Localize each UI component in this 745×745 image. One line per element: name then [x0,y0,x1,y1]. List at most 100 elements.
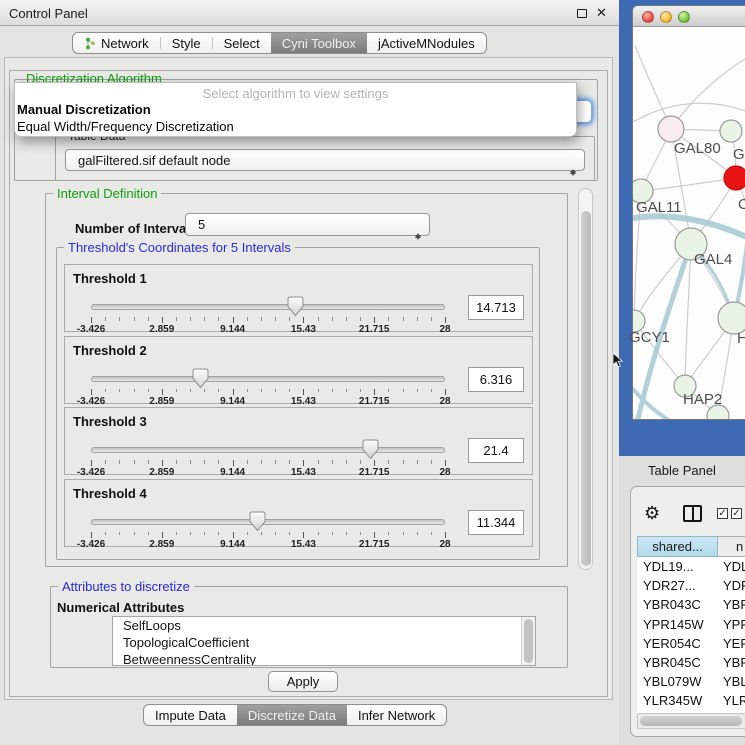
table-row[interactable]: YER054CYER0 [637,634,745,653]
gear-icon[interactable]: ⚙ [644,504,660,522]
tab-label: Select [224,36,260,51]
scrollbar-thumb[interactable] [581,211,591,566]
threshold-value-field[interactable]: 14.713 [468,295,524,320]
interval-definition-title: Interval Definition [53,186,161,201]
table-body[interactable]: YDL19...YDL1YDR27...YDR2YBR043CYBR0YPR14… [637,557,745,715]
attribute-list-item[interactable]: BetweennessCentrality [113,651,535,666]
attributes-group-title: Attributes to discretize [58,579,194,594]
table-row[interactable]: YDL19...YDL1 [637,557,745,576]
bottom-tab-infer-network[interactable]: Infer Network [347,705,446,725]
tick-mark [134,389,135,393]
bottom-tab-impute-data[interactable]: Impute Data [144,705,237,725]
slider-thumb[interactable] [192,368,209,389]
table-row[interactable]: YBL079WYBL0 [637,672,745,691]
top-tab-jactivemnodules[interactable]: jActiveMNodules [367,33,486,53]
scrollbar-thumb[interactable] [524,619,533,663]
close-traffic-light-icon[interactable] [642,11,654,23]
network-canvas[interactable] [633,27,745,420]
tick-mark [289,532,290,536]
tick-label: -3.426 [77,539,105,550]
tick-mark [360,532,361,536]
table-data-combo[interactable]: galFiltered.sif default node [65,149,585,171]
zoom-traffic-light-icon[interactable] [678,11,690,23]
node-label-gcy1[interactable]: GCY1 [629,329,670,346]
tick-mark [332,460,333,464]
column-header-shared-name[interactable]: shared... [637,536,718,557]
table-row[interactable]: YLR345WYLR3 [637,691,745,710]
tick-mark [374,532,375,538]
attribute-list-item[interactable]: SelfLoops [113,617,535,634]
slider-track[interactable] [91,376,445,382]
cell-shared-name: YBL079W [643,674,702,689]
numerical-attributes-label: Numerical Attributes [57,600,184,615]
node-label-h[interactable]: H [737,330,745,347]
apply-button[interactable]: Apply [268,671,338,692]
tick-mark [388,460,389,464]
node-label-hap2[interactable]: HAP2 [683,391,722,408]
table-row[interactable]: YDR27...YDR2 [637,576,745,595]
tick-mark [431,317,432,321]
table-horizontal-scrollbar[interactable] [637,713,745,729]
slider-track[interactable] [91,447,445,453]
table-panel-window: ⚙ ✓ ✓ shared... n YDL19...YDL1YDR27...YD… [630,486,745,737]
close-window-icon[interactable]: ✕ [596,5,607,21]
tick-mark [403,317,404,321]
column-header-name[interactable]: n [718,536,745,557]
tab-label: Style [172,36,201,51]
node-label-ga[interactable]: GA [733,146,745,163]
dropdown-option-manual-discretization[interactable]: Manual Discretization [17,102,151,117]
cell-name: YDR2 [723,578,745,593]
dropdown-option-equal-width-frequency[interactable]: Equal Width/Frequency Discretization [17,119,234,134]
threshold-value-field[interactable]: 6.316 [468,367,524,392]
top-tab-style[interactable]: Style [161,33,212,53]
slider-thumb[interactable] [287,296,304,317]
tick-mark [431,532,432,536]
tick-mark [176,532,177,536]
slider-track[interactable] [91,519,445,525]
tick-mark [204,460,205,464]
tick-mark [431,460,432,464]
tick-label: -3.426 [77,396,105,407]
minimize-traffic-light-icon[interactable] [660,11,672,23]
number-of-intervals-value: 5 [198,217,205,232]
node-label-gal80[interactable]: GAL80 [674,140,721,157]
tick-mark [403,532,404,536]
table-row[interactable]: YBR045CYBR0 [637,653,745,672]
tick-mark [247,460,248,464]
checkbox-icon[interactable]: ✓ [717,508,728,519]
split-pane-icon[interactable] [683,505,702,522]
network-window-titlebar[interactable] [633,6,745,27]
tick-mark [303,389,304,395]
cell-name: YBR0 [723,597,745,612]
tick-mark [134,317,135,321]
tick-mark [134,460,135,464]
threshold-value-field[interactable]: 21.4 [468,438,524,463]
attribute-list-item[interactable]: TopologicalCoefficient [113,634,535,651]
float-window-icon[interactable] [577,9,587,18]
slider-track[interactable] [91,304,445,310]
tick-mark [388,317,389,321]
settings-vertical-scrollbar[interactable] [578,188,593,570]
node-label-gal4[interactable]: GAL4 [694,251,732,268]
bottom-tab-discretize-data[interactable]: Discretize Data [237,705,347,725]
threshold-value-field[interactable]: 11.344 [468,510,524,535]
top-tab-cyni-toolbox[interactable]: Cyni Toolbox [271,33,367,53]
checkbox-icon[interactable]: ✓ [731,508,742,519]
node-label-c[interactable]: C [738,196,745,213]
number-of-intervals-combo[interactable]: 5 [185,213,430,236]
scrollbar-thumb[interactable] [640,716,742,726]
tick-mark [289,389,290,393]
table-row[interactable]: YBR043CYBR0 [637,595,745,614]
table-row[interactable]: YPR145WYPR1 [637,615,745,634]
tick-mark [403,460,404,464]
list-scrollbar[interactable] [521,617,535,665]
slider-thumb[interactable] [249,511,266,532]
tick-mark [374,389,375,395]
top-tab-network[interactable]: Network [73,33,160,53]
slider-thumb[interactable] [362,439,379,460]
node-label-gal11[interactable]: GAL11 [636,199,682,216]
cell-name: YDL1 [723,559,745,574]
screen: Control Panel ✕ NetworkStyleSelectCyni T… [0,0,745,745]
numerical-attributes-list[interactable]: SelfLoopsTopologicalCoefficientBetweenne… [112,616,536,666]
top-tab-select[interactable]: Select [213,33,271,53]
